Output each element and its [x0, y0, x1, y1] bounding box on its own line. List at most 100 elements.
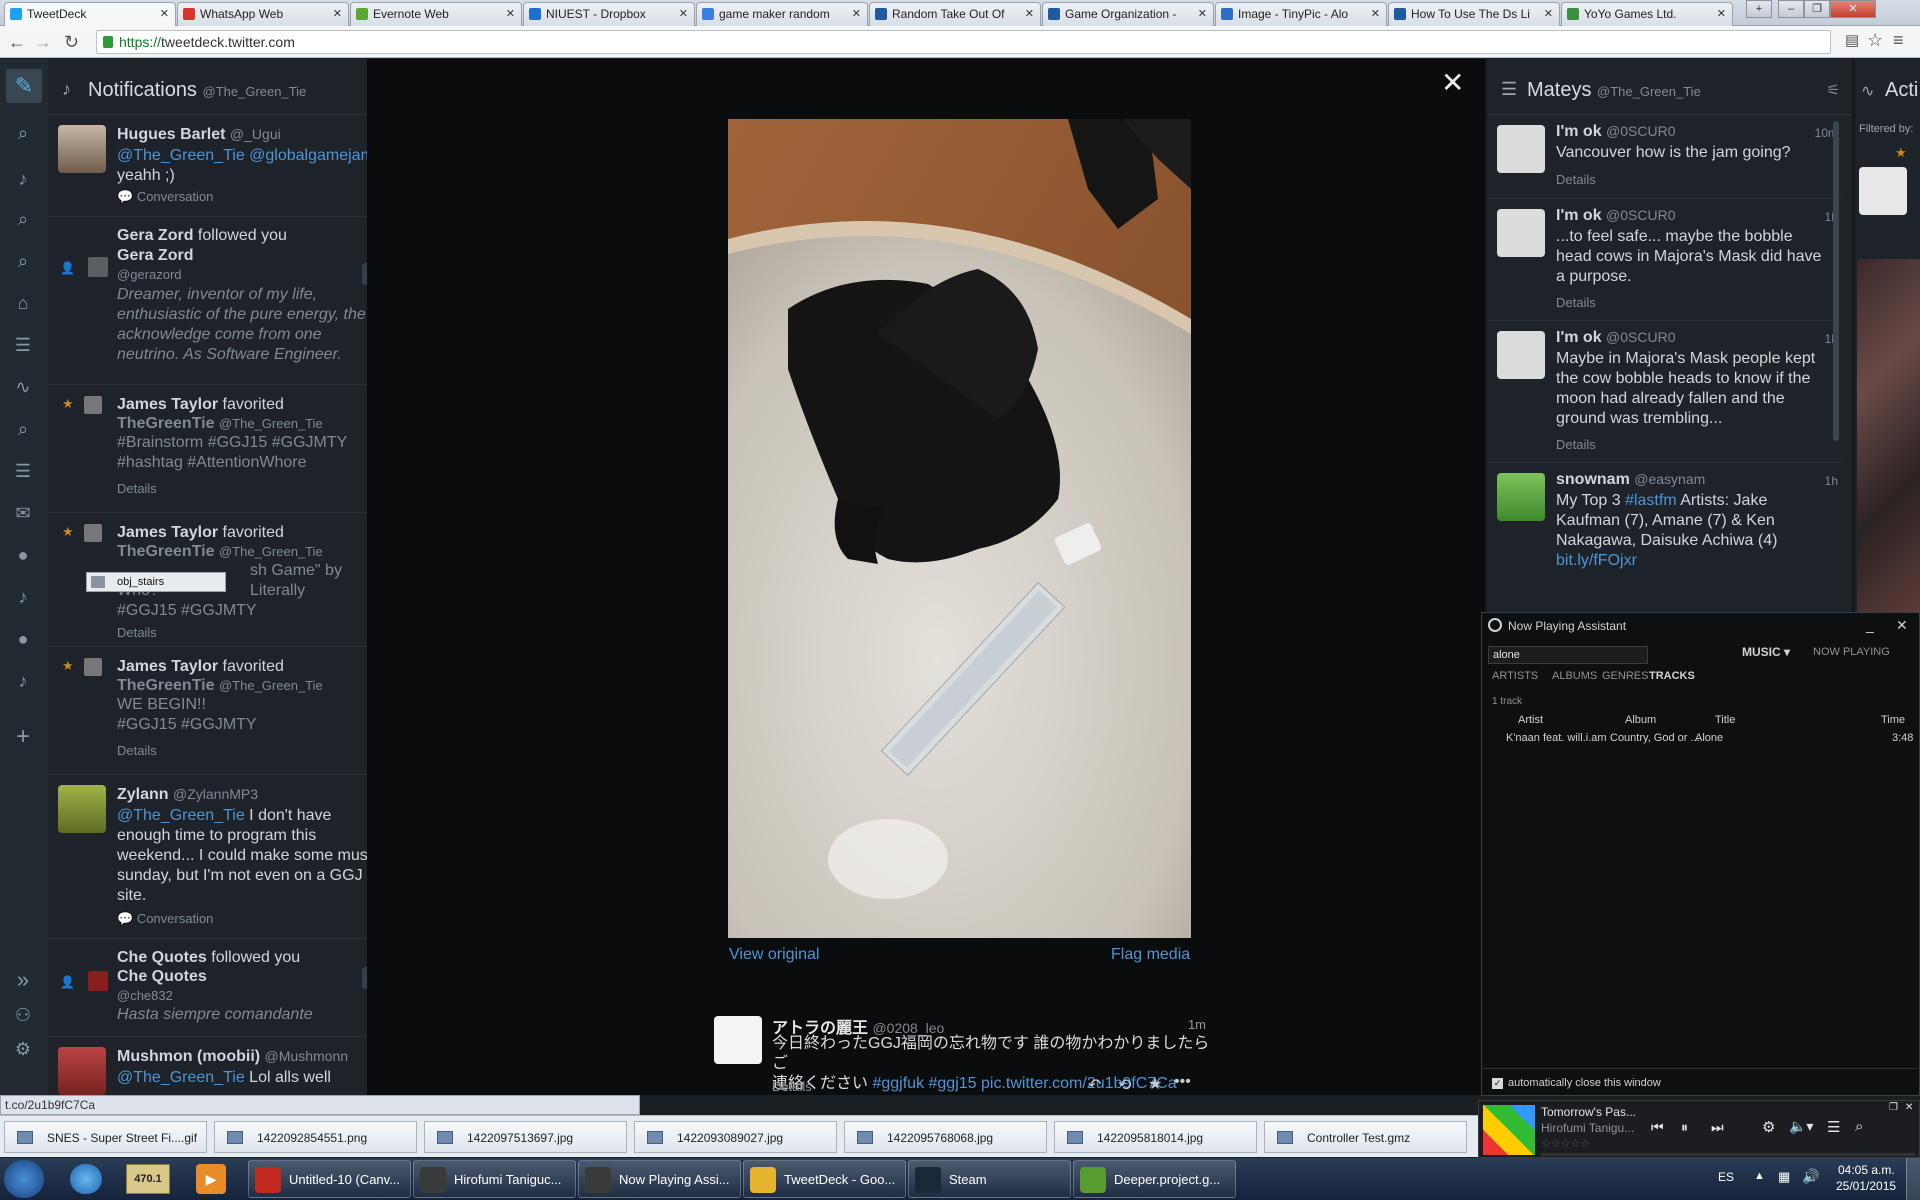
author-name[interactable]: I'm ok	[1556, 329, 1602, 346]
ie-icon[interactable]	[70, 1164, 102, 1194]
avatar[interactable]	[88, 971, 108, 991]
tweet-author-handle[interactable]: @The_Green_Tie	[219, 416, 323, 431]
tab-genres[interactable]: GENRES	[1602, 670, 1648, 682]
retweet-icon[interactable]: ⟲	[1118, 1075, 1131, 1095]
previous-track-icon[interactable]: ⏮	[1651, 1119, 1664, 1136]
author-handle[interactable]: @easynam	[1634, 471, 1705, 487]
author-handle[interactable]: @0SCUR0	[1606, 329, 1675, 345]
hashtag-link[interactable]: #lastfm	[1625, 492, 1677, 509]
tweet-author[interactable]: I'm ok @0SCUR0	[1556, 123, 1676, 141]
url-input[interactable]: https://tweetdeck.twitter.com	[96, 30, 1831, 54]
user-icon[interactable]: ●	[12, 629, 34, 651]
author-name[interactable]: Hugues Barlet	[117, 126, 225, 143]
browser-tab[interactable]: How To Use The Ds Li ✕	[1388, 2, 1560, 26]
avatar[interactable]	[1497, 125, 1545, 173]
tab-close-icon[interactable]: ✕	[333, 7, 342, 20]
follower-name[interactable]: Che Quotes	[117, 949, 207, 966]
browser-tab[interactable]: Game Organization - ✕	[1042, 2, 1214, 26]
tweet-author[interactable]: Zylann @ZylannMP3	[117, 786, 258, 804]
volume-icon[interactable]: 🔊	[1802, 1168, 1819, 1185]
details-link[interactable]: Details	[117, 625, 157, 640]
close-window-button[interactable]: ✕	[1830, 0, 1876, 18]
tab-tracks[interactable]: TRACKS	[1649, 670, 1695, 682]
clock-time[interactable]: 04:05 a.m.	[1838, 1163, 1895, 1177]
conversation-label[interactable]: Conversation	[137, 189, 214, 204]
author-handle[interactable]: @ZylannMP3	[173, 786, 258, 802]
follower-name[interactable]: Gera Zord	[117, 227, 193, 244]
tab-close-icon[interactable]: ✕	[506, 7, 515, 20]
music-dropdown[interactable]: MUSIC ▾	[1742, 645, 1790, 659]
user-icon[interactable]: ●	[12, 545, 34, 567]
download-item[interactable]: 1422095768068.jpg	[844, 1121, 1047, 1153]
follow-notification[interactable]: 👤 Gera Zord followed you Gera Zord @gera…	[48, 219, 398, 385]
photo-thumbnail[interactable]	[1857, 259, 1920, 612]
search-input[interactable]: alone	[1488, 646, 1648, 664]
tab-close-icon[interactable]: ✕	[1371, 7, 1380, 20]
tweet-author-handle[interactable]: @The_Green_Tie	[219, 678, 323, 693]
taskbar-button[interactable]: TweetDeck - Goo...	[743, 1160, 906, 1198]
tweet-author[interactable]: Mushmon (moobii) @Mushmonn	[117, 1048, 348, 1066]
restore-icon[interactable]: ❐	[1889, 1102, 1898, 1113]
tweet-item[interactable]: I'm ok @0SCUR0 1h Maybe in Majora's Mask…	[1487, 323, 1842, 463]
list-icon[interactable]: ☰	[12, 335, 34, 357]
details-link[interactable]: Details	[1556, 437, 1596, 452]
column-header-title[interactable]: Title	[1715, 714, 1735, 726]
follower-handle[interactable]: @che832	[117, 988, 173, 1003]
favoriter-name[interactable]: James Taylor	[117, 524, 218, 541]
view-original-link[interactable]: View original	[729, 946, 819, 964]
tweet-author-name[interactable]: TheGreenTie	[117, 543, 215, 560]
tweet-time[interactable]: 1m	[1188, 1017, 1206, 1032]
more-icon[interactable]: •••	[1174, 1073, 1191, 1091]
bookmark-star-icon[interactable]: ☆	[1867, 30, 1883, 51]
menu-icon[interactable]: ≡	[1893, 30, 1904, 51]
column-header-album[interactable]: Album	[1625, 714, 1656, 726]
tab-close-icon[interactable]: ✕	[1198, 7, 1207, 20]
author-handle[interactable]: @0SCUR0	[1606, 207, 1675, 223]
avatar[interactable]	[1497, 331, 1545, 379]
download-item[interactable]: 1422095818014.jpg	[1054, 1121, 1257, 1153]
settings-gear-icon[interactable]: ⚙	[12, 1039, 34, 1061]
browser-tab[interactable]: WhatsApp Web ✕	[177, 2, 349, 26]
search-icon[interactable]: ⌕	[12, 123, 34, 145]
taskbar-button[interactable]: Hirofumi Taniguc...	[413, 1160, 576, 1198]
taskbar-button[interactable]: Deeper.project.g...	[1073, 1160, 1236, 1198]
back-icon[interactable]: ←	[8, 32, 26, 53]
mention-link[interactable]: @The_Green_Tie @globalgamejam	[117, 147, 374, 164]
browser-tab[interactable]: YoYo Games Ltd. ✕	[1561, 2, 1733, 26]
favorite-icon[interactable]: ★	[1148, 1074, 1162, 1094]
close-icon[interactable]: ✕	[1905, 1102, 1913, 1113]
next-track-icon[interactable]: ⏭	[1711, 1119, 1724, 1136]
tab-close-icon[interactable]: ✕	[1025, 7, 1034, 20]
tweet-item[interactable]: Zylann @ZylannMP3 1d @The_Green_Tie I do…	[48, 777, 398, 939]
download-item[interactable]: 1422092854551.png	[214, 1121, 417, 1153]
tweet-author[interactable]: snownam @easynam	[1556, 471, 1705, 489]
column-header-time[interactable]: Time	[1881, 714, 1905, 726]
browser-tab[interactable]: Evernote Web ✕	[350, 2, 522, 26]
album-art[interactable]	[1483, 1105, 1535, 1155]
search-column-icon[interactable]: ⌕	[12, 209, 34, 231]
avatar[interactable]	[88, 257, 108, 277]
maximize-window-button[interactable]: ❐	[1804, 0, 1830, 18]
download-item[interactable]: 1422093089027.jpg	[634, 1121, 837, 1153]
browser-tab[interactable]: Image - TinyPic - Alo ✕	[1215, 2, 1387, 26]
tweet-item[interactable]: snownam @easynam 1h My Top 3 #lastfm Art…	[1487, 465, 1842, 612]
flag-media-link[interactable]: Flag media	[1111, 946, 1190, 964]
avatar[interactable]	[84, 396, 102, 414]
author-name[interactable]: I'm ok	[1556, 123, 1602, 140]
mention-link[interactable]: @The_Green_Tie	[117, 1069, 245, 1086]
tab-close-icon[interactable]: ✕	[1717, 7, 1726, 20]
avatar[interactable]	[58, 785, 106, 833]
home-icon[interactable]: ⌂	[12, 293, 34, 315]
follower-name[interactable]: Che Quotes	[117, 968, 207, 986]
avatar[interactable]	[1497, 473, 1545, 521]
minimize-icon[interactable]: _	[1866, 617, 1874, 633]
follower-handle[interactable]: @gerazord	[117, 267, 182, 282]
track-row[interactable]: K'naan feat. will.i.am Country, God or .…	[1482, 729, 1919, 747]
tweet-author-handle[interactable]: @The_Green_Tie	[219, 544, 323, 559]
tweet-time[interactable]: 1h	[1825, 474, 1838, 488]
search-column-icon[interactable]: ⌕	[12, 251, 34, 273]
tweet-item[interactable]: Mushmon (moobii) @Mushmonn 6d @The_Green…	[48, 1039, 398, 1095]
avatar[interactable]	[58, 1047, 106, 1095]
follow-notification[interactable]: 👤 Che Quotes followed you Che Quotes @ch…	[48, 941, 398, 1037]
author-name[interactable]: Mushmon (moobii)	[117, 1048, 260, 1065]
